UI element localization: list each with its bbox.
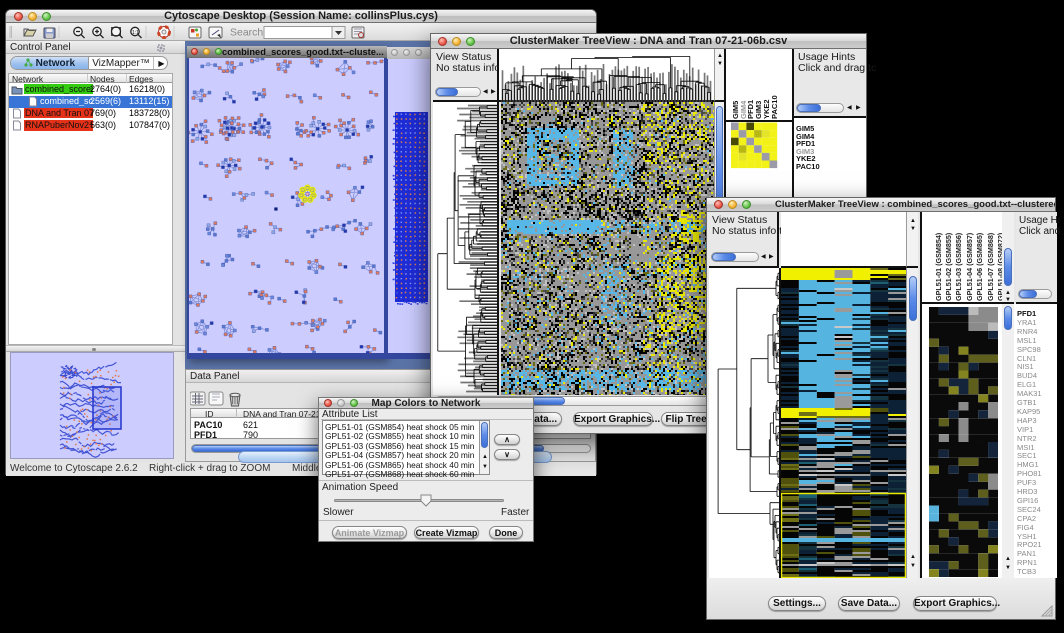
svg-text:Search:: Search: xyxy=(230,27,266,39)
